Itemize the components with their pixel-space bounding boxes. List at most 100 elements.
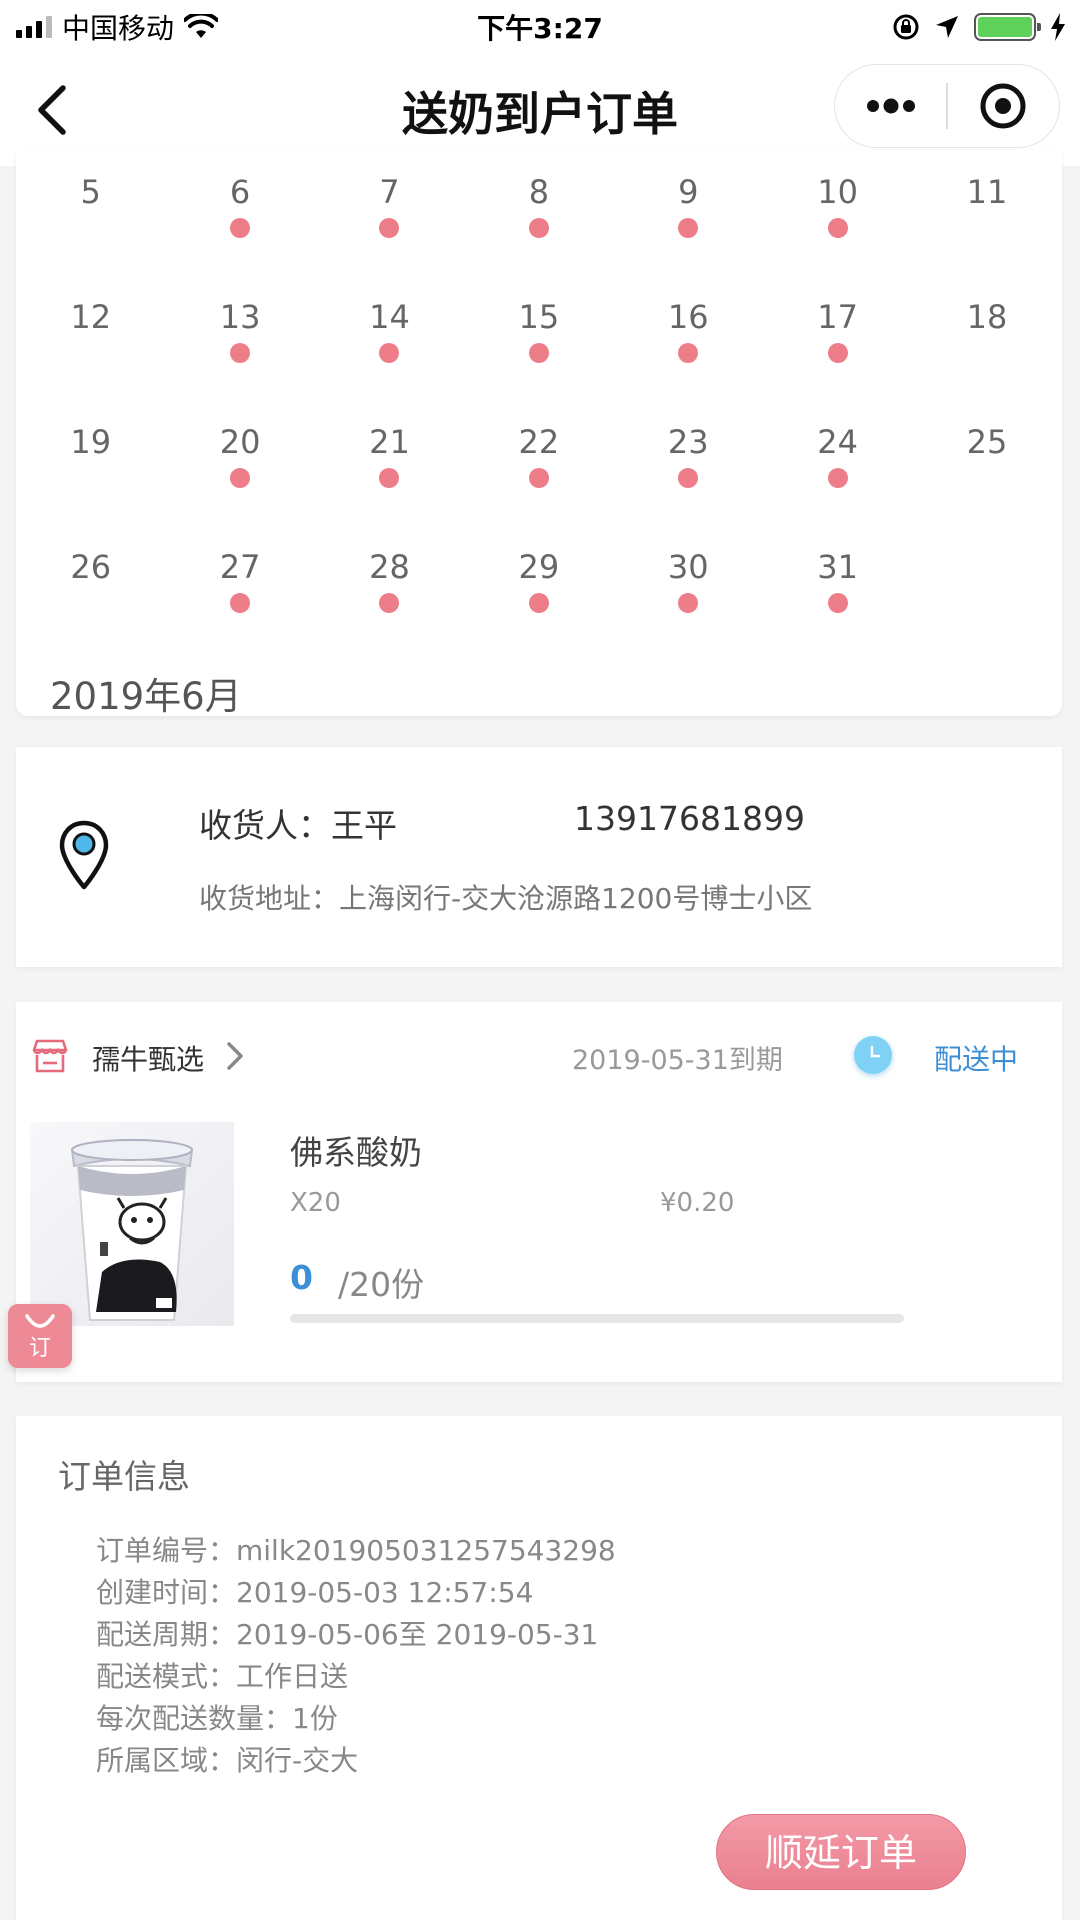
receiver-phone: 13917681899 [574,799,805,838]
calendar-day-number: 8 [528,173,550,211]
location-arrow-icon [936,16,958,38]
calendar-day[interactable]: 20 [165,422,314,547]
calendar-day[interactable]: 10 [763,172,912,297]
receiver-name: 收货人：王平 [199,806,397,845]
delivery-dot [827,218,848,238]
calendar-day[interactable]: 28 [315,547,464,672]
back-button[interactable] [26,82,76,138]
product-image[interactable] [30,1122,234,1326]
calendar-day[interactable]: 6 [165,172,314,297]
delivery-dot [528,593,549,613]
delivery-dot [379,593,400,613]
calendar-day-number: 27 [219,548,261,586]
more-button[interactable] [835,65,946,147]
delivery-dot [827,468,848,488]
calendar-day-number: 31 [817,548,858,586]
target-circle-icon [980,83,1026,129]
calendar-day[interactable]: 27 [165,547,314,672]
yogurt-cup-image [70,1139,194,1321]
order-info-list: 订单编号：milk201905031257543298 创建时间：2019-05-… [96,1530,616,1782]
status-right [892,13,1066,41]
delivery-dot [678,343,699,363]
calendar-day-number: 26 [70,548,112,586]
calendar-day-number: 28 [369,548,410,586]
status-left: 中国移动 [16,7,219,47]
delivered-count: 0 [290,1258,313,1297]
calendar-day-number: 29 [518,548,560,586]
delivery-dot [678,218,699,238]
calendar-day[interactable]: 9 [614,172,763,297]
calendar-day[interactable]: 16 [614,297,763,422]
calendar-day-number: 12 [70,298,112,336]
calendar-day[interactable]: 23 [614,422,763,547]
calendar-day-number: 15 [518,298,560,336]
calendar-day-number: 19 [70,423,112,461]
delivery-progress-bar [290,1314,904,1323]
store-name[interactable]: 孺牛甄选 [92,1038,204,1078]
address-card[interactable]: 收货人：王平 13917681899 收货地址：上海闵行-交大沧源路1200号博… [16,747,1062,967]
chevron-left-icon [38,85,66,135]
calendar-day[interactable]: 29 [464,547,613,672]
delivery-dot [379,343,400,363]
bag-smile-icon [25,1314,55,1328]
order-floating-button[interactable]: 订 [8,1304,72,1368]
calendar-row: 19 20 21 22 23 24 25 [16,422,1062,547]
battery-icon [974,13,1041,41]
calendar-day-number: 25 [966,423,1008,461]
calendar-row: 5 6 7 8 9 10 11 [16,172,1062,297]
calendar-day-number: 30 [667,548,709,586]
delivery-dot [230,343,251,363]
more-dots-icon [866,98,915,114]
chevron-right-icon[interactable] [224,1040,246,1072]
calendar-day[interactable]: 5 [16,172,165,297]
calendar-day-number: 24 [817,423,858,461]
order-info-row: 订单编号：milk201905031257543298 [96,1534,616,1567]
delivery-dot [528,343,549,363]
miniprogram-capsule [834,64,1060,148]
calendar-day[interactable]: 14 [315,297,464,422]
close-miniprogram-button[interactable] [948,65,1059,147]
calendar-day[interactable]: 26 [16,547,165,672]
calendar-day[interactable]: 15 [464,297,613,422]
calendar-row: 12 13 14 15 16 17 18 [16,297,1062,422]
calendar-day[interactable]: 17 [763,297,912,422]
calendar-day[interactable]: 24 [763,422,912,547]
calendar-next-month-label: 2019年6月 [50,675,242,718]
calendar-day[interactable]: 13 [165,297,314,422]
calendar-day[interactable]: 25 [912,422,1061,547]
delivery-dot [528,468,549,488]
calendar-day[interactable]: 21 [315,422,464,547]
order-card: 孺牛甄选 2019-05-31到期 配送中 佛系酸奶 X20 ¥0.20 0 /… [16,1002,1062,1382]
order-info-row: 配送周期：2019-05-06至 2019-05-31 [96,1618,599,1651]
calendar-day[interactable]: 22 [464,422,613,547]
calendar-day-number: 16 [667,298,709,336]
charging-icon [1051,13,1065,41]
calendar-day[interactable]: 11 [912,172,1061,297]
calendar-day[interactable]: 12 [16,297,165,422]
calendar-day[interactable]: 8 [464,172,613,297]
location-pin-icon [59,820,109,890]
calendar-day[interactable]: 18 [912,297,1061,422]
calendar-grid: 5 6 7 8 9 10 11 12 13 14 15 16 17 18 19 20 21 22 23 24 25 26 2… [16,172,1062,672]
delivery-dot [230,218,251,238]
calendar-day [912,547,1061,672]
calendar-day-number: 6 [229,173,251,211]
delivery-dot [528,218,549,238]
calendar-day[interactable]: 31 [763,547,912,672]
delivery-dot [230,468,251,488]
calendar-day[interactable]: 30 [614,547,763,672]
calendar-day-number: 21 [369,423,410,461]
calendar-day-number: 10 [817,173,858,211]
calendar-day[interactable]: 7 [315,172,464,297]
delivery-dot [379,218,400,238]
delivery-calendar: 5 6 7 8 9 10 11 12 13 14 15 16 17 18 19 20 21 22 23 24 25 26 2… [16,150,1062,718]
store-icon [32,1039,68,1073]
delivery-dot [827,593,848,613]
product-quantity: X20 [290,1188,341,1218]
calendar-day[interactable]: 19 [16,422,165,547]
calendar-day-number: 7 [379,173,400,211]
extend-order-button[interactable]: 顺延订单 [716,1814,966,1890]
signal-icon [16,16,52,38]
order-info-row: 所属区域：闵行-交大 [96,1744,359,1777]
order-badge-label: 订 [28,1336,51,1361]
